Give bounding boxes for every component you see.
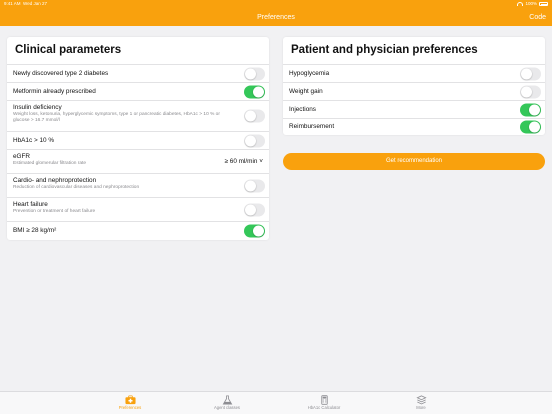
clinical-parameters-title: Clinical parameters (15, 44, 122, 56)
tab-bar: Preferences Agent classes HbA1c Calculat… (0, 391, 552, 414)
row-label: Weight gain (289, 87, 323, 95)
toggle-knob (245, 110, 256, 122)
row-heart-failure[interactable]: Heart failure Prevention or treatment of… (7, 197, 269, 221)
row-hypoglycemia[interactable]: Hypoglycemia (283, 64, 545, 82)
status-bar: 9:41 AM Wed Jan 27 100% (0, 0, 552, 8)
page-title: Preferences (257, 14, 295, 21)
hba1c-toggle[interactable] (244, 134, 265, 147)
navigation-bar: 9:41 AM Wed Jan 27 100% Preferences Code (0, 0, 552, 26)
toggle-knob (529, 121, 540, 133)
tab-more[interactable]: More (391, 395, 451, 411)
row-sublabel: Prevention or treatment of heart failure (13, 209, 96, 214)
wifi-icon (517, 2, 524, 6)
metformin-toggle[interactable] (244, 85, 265, 98)
flask-icon (222, 395, 232, 405)
row-label: Cardio- and nephroprotection (13, 177, 97, 184)
tab-preferences[interactable]: Preferences (100, 395, 160, 411)
toggle-knob (529, 104, 540, 115)
toggle-knob (245, 68, 256, 79)
cardio-nephro-toggle[interactable] (244, 179, 265, 192)
tab-hba1c-calculator[interactable]: HbA1c Calculator (294, 395, 354, 411)
tab-label: Agent classes (213, 405, 241, 410)
bmi-toggle[interactable] (244, 224, 265, 237)
code-button[interactable]: Code (529, 13, 546, 22)
weight-gain-toggle[interactable] (520, 85, 541, 98)
row-label: HbA1c > 10 % (13, 136, 55, 144)
reimbursement-toggle[interactable] (520, 120, 541, 134)
newly-discovered-toggle[interactable] (244, 67, 265, 80)
insulin-deficiency-toggle[interactable] (244, 109, 265, 123)
stack-icon (415, 395, 427, 405)
status-clock: 9:41 AM (4, 1, 21, 6)
tab-label: HbA1c Calculator (307, 405, 341, 410)
hypoglycemia-toggle[interactable] (520, 67, 541, 80)
row-metformin[interactable]: Metformin already prescribed (7, 82, 269, 100)
egfr-select[interactable]: ≥ 60 ml/min ˅ (225, 158, 264, 166)
toggle-knob (245, 135, 256, 146)
row-bmi[interactable]: BMI ≥ 28 kg/m² (7, 221, 269, 239)
row-newly-discovered[interactable]: Newly discovered type 2 diabetes (7, 64, 269, 82)
tab-agent-classes[interactable]: Agent classes (197, 395, 257, 411)
preferences-card: Patient and physician preferences Hypogl… (283, 37, 545, 135)
injections-toggle[interactable] (520, 103, 541, 116)
row-label: Reimbursement (289, 123, 335, 130)
row-sublabel: Weight loss, ketonuria, hyperglycemic sy… (13, 112, 220, 123)
toggle-knob (245, 180, 256, 191)
row-cardio-nephro[interactable]: Cardio- and nephroprotection Reduction o… (7, 173, 269, 197)
get-recommendation-button[interactable]: Get recommendation (283, 153, 545, 170)
row-label: Hypoglycemia (289, 69, 330, 77)
row-label: Injections (289, 105, 316, 113)
toggle-knob (521, 86, 532, 97)
status-time: 9:41 AM Wed Jan 27 (4, 0, 47, 8)
row-hba1c[interactable]: HbA1c > 10 % (7, 131, 269, 149)
row-injections[interactable]: Injections (283, 100, 545, 118)
toggle-knob (253, 225, 264, 236)
row-sublabel: Reduction of cardiovascular diseases and… (13, 185, 140, 190)
row-reimbursement[interactable]: Reimbursement (283, 118, 545, 135)
toggle-knob (521, 68, 532, 79)
row-weight-gain[interactable]: Weight gain (283, 82, 545, 100)
row-insulin-deficiency[interactable]: Insulin deficiency Weight loss, ketonuri… (7, 100, 269, 131)
preferences-title: Patient and physician preferences (291, 44, 478, 56)
clinical-parameters-card: Clinical parameters Newly discovered typ… (7, 37, 269, 240)
battery-percent: 100% (525, 1, 537, 6)
heart-failure-toggle[interactable] (244, 203, 265, 216)
row-egfr[interactable]: eGFR Estimated glomerular filtration rat… (7, 149, 269, 173)
calculator-icon (320, 395, 328, 405)
toggle-knob (245, 204, 256, 215)
medkit-icon (124, 395, 136, 405)
status-right: 100% (517, 0, 548, 8)
row-label: Heart failure (13, 201, 48, 208)
status-date: Wed Jan 27 (23, 1, 47, 6)
battery-icon (539, 2, 548, 6)
toggle-knob (253, 86, 264, 97)
tab-label: Preferences (118, 405, 142, 410)
row-label: BMI ≥ 28 kg/m² (13, 226, 57, 234)
row-label: Newly discovered type 2 diabetes (13, 69, 109, 77)
row-label: Metformin already prescribed (13, 87, 96, 95)
row-label: Insulin deficiency (13, 104, 62, 111)
tab-label: More (416, 405, 426, 410)
